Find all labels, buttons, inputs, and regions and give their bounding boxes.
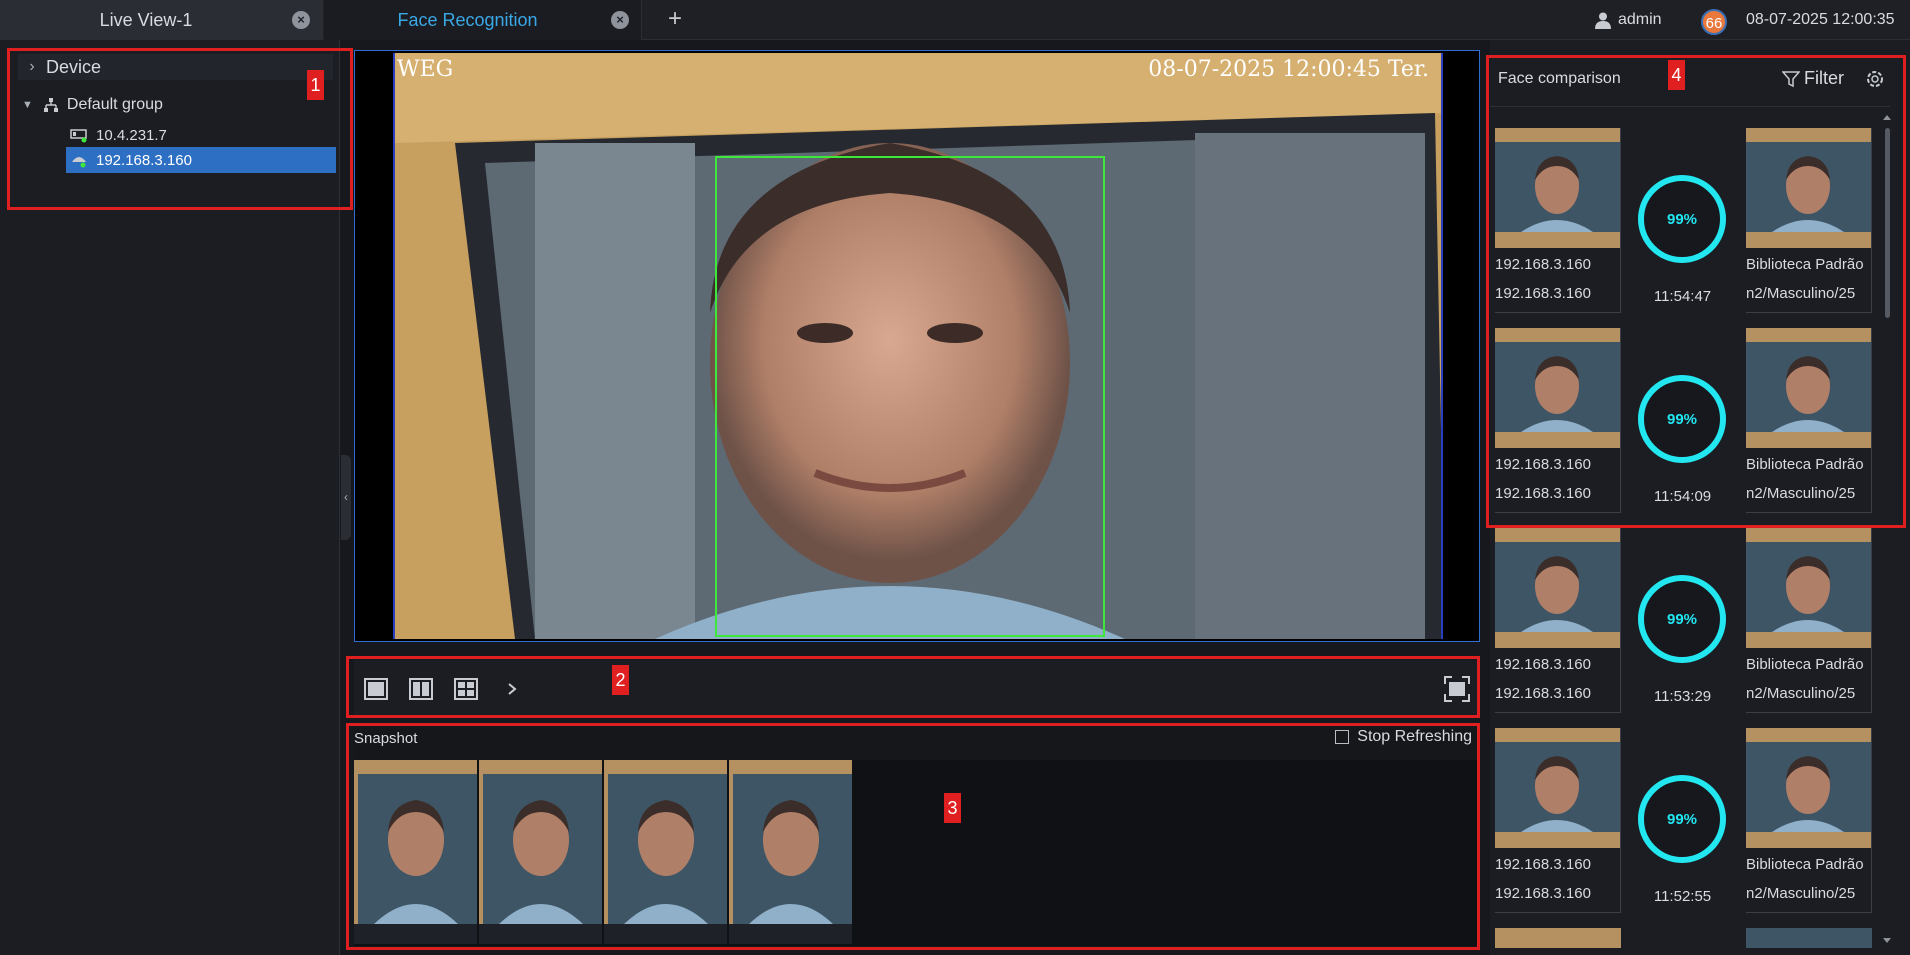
collapse-panel-handle[interactable]: ‹ <box>341 455 351 540</box>
library-face-image <box>1746 728 1871 848</box>
library-name: Biblioteca Padrão <box>1746 856 1864 873</box>
live-video: WEG 08-07-2025 12:00:45 Ter. <box>393 53 1443 639</box>
annotation-label: 4 <box>1668 60 1685 90</box>
tab-label: Live View-1 <box>99 9 193 30</box>
similarity-score-ring: 99% <box>1638 575 1726 663</box>
library-details: n2/Masculino/25 <box>1746 685 1856 702</box>
library-name: Biblioteca Padrão <box>1746 656 1864 673</box>
notification-badge[interactable]: 66 <box>1701 9 1727 35</box>
top-bar: Live View-1 × Face Recognition × + admin… <box>0 0 1910 40</box>
tab-live-view[interactable]: Live View-1 × <box>0 0 323 40</box>
similarity-score-ring: 99% <box>1638 775 1726 863</box>
scroll-down-icon[interactable] <box>1883 936 1891 944</box>
similarity-score: 99% <box>1667 611 1697 628</box>
snapshot-face-image <box>1495 728 1620 848</box>
face-detection-box <box>715 156 1105 637</box>
similarity-score: 99% <box>1667 811 1697 828</box>
snapshot-face-image <box>1495 528 1620 648</box>
live-video-frame[interactable]: WEG 08-07-2025 12:00:45 Ter. <box>354 50 1480 642</box>
tab-face-recognition[interactable]: Face Recognition × <box>324 0 642 40</box>
comparison-card[interactable]: 192.168.3.160 192.168.3.160 Biblioteca P… <box>1495 528 1875 713</box>
match-time: 11:53:29 <box>1653 688 1712 705</box>
match-time: 11:52:55 <box>1653 888 1712 905</box>
annotation-box-2 <box>346 656 1480 718</box>
comparison-card-partial <box>1495 928 1621 948</box>
user-icon <box>1595 12 1611 29</box>
tab-label: Face Recognition <box>397 9 538 30</box>
system-datetime: 08-07-2025 12:00:35 <box>1746 11 1895 28</box>
annotation-box-3 <box>346 723 1480 950</box>
source-ip: 192.168.3.160 <box>1495 685 1591 702</box>
annotation-box-4 <box>1486 55 1906 528</box>
source-ip: 192.168.3.160 <box>1495 885 1591 902</box>
osd-timestamp: 08-07-2025 12:00:45 Ter. <box>1148 57 1429 82</box>
close-icon[interactable]: × <box>611 11 629 29</box>
annotation-box-1 <box>7 48 353 210</box>
comparison-card[interactable]: 192.168.3.160 192.168.3.160 Biblioteca P… <box>1495 728 1875 913</box>
library-details: n2/Masculino/25 <box>1746 885 1856 902</box>
add-tab-button[interactable]: + <box>660 0 690 40</box>
annotation-label: 1 <box>307 70 324 100</box>
source-ip: 192.168.3.160 <box>1495 856 1591 873</box>
username: admin <box>1618 11 1662 28</box>
user-menu[interactable]: admin <box>1594 8 1662 32</box>
osd-title: WEG <box>397 57 454 82</box>
source-ip: 192.168.3.160 <box>1495 656 1591 673</box>
annotation-label: 2 <box>612 665 629 695</box>
library-face-image <box>1746 528 1871 648</box>
comparison-card-partial <box>1746 928 1872 948</box>
annotation-label: 3 <box>944 793 961 823</box>
close-icon[interactable]: × <box>292 11 310 29</box>
